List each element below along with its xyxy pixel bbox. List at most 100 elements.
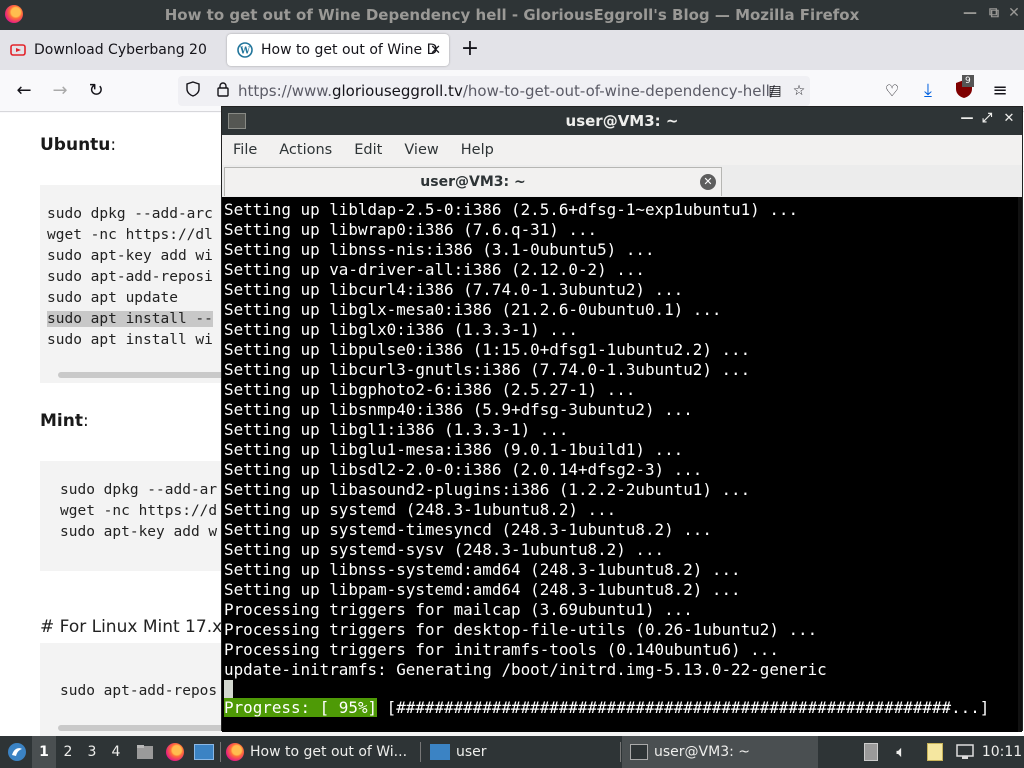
code-line: sudo apt-key add w bbox=[60, 524, 218, 540]
terminal-tab-label: user@VM3: ~ bbox=[420, 174, 526, 190]
progress-line: Progress: [ 95%] [######################… bbox=[224, 698, 989, 718]
progress-bar-text: [#######################################… bbox=[377, 698, 990, 717]
volume-icon[interactable]: 🔈︎ bbox=[890, 736, 912, 768]
back-icon[interactable]: ← bbox=[12, 79, 36, 103]
folder-icon bbox=[430, 744, 450, 760]
tab-cyberbang[interactable]: Download Cyberbang 20 bbox=[0, 34, 218, 66]
firefox-launcher-icon[interactable] bbox=[164, 736, 186, 768]
firefox-logo-icon bbox=[5, 5, 23, 23]
wordpress-icon: W bbox=[237, 42, 253, 58]
workspace-4[interactable]: 4 bbox=[104, 736, 128, 768]
terminal-line: Setting up systemd (248.3-1ubuntu8.2) ..… bbox=[224, 500, 617, 519]
youtube-icon bbox=[10, 42, 26, 58]
tab-wine-dependency[interactable]: W How to get out of Wine D ✕ bbox=[227, 34, 449, 66]
forward-icon[interactable]: → bbox=[48, 79, 72, 103]
download-icon[interactable]: ⤓ bbox=[916, 79, 940, 103]
terminal-line: Setting up libglx-mesa0:i386 (21.2.6-0ub… bbox=[224, 300, 722, 319]
text-cursor bbox=[224, 680, 233, 699]
file-manager-launcher-icon[interactable] bbox=[134, 736, 156, 768]
workspace-2[interactable]: 2 bbox=[56, 736, 80, 768]
code-line: wget -nc https://dl bbox=[47, 227, 213, 243]
terminal-tab[interactable]: user@VM3: ~ ✕ bbox=[224, 167, 722, 196]
workspace-3[interactable]: 3 bbox=[80, 736, 104, 768]
terminal-line: Setting up systemd-timesyncd (248.3-1ubu… bbox=[224, 520, 712, 539]
terminal-line: Setting up libpam-systemd:amd64 (248.3-1… bbox=[224, 580, 741, 599]
url-prefix: https://www. bbox=[238, 82, 332, 100]
clipboard-icon[interactable] bbox=[860, 736, 882, 768]
reload-icon[interactable]: ↻ bbox=[84, 79, 108, 103]
close-icon[interactable]: ✕ bbox=[1004, 5, 1024, 21]
window-title: How to get out of Wine Dependency hell -… bbox=[164, 6, 860, 24]
url-bar[interactable]: https://www. gloriouseggroll.tv/how-to-ge… bbox=[178, 76, 810, 106]
terminal-line: Setting up libpulse0:i386 (1:15.0+dfsg1-… bbox=[224, 340, 751, 359]
terminal-line: Setting up systemd-sysv (248.3-1ubuntu8.… bbox=[224, 540, 665, 559]
clock[interactable]: 10:11 bbox=[982, 736, 1022, 768]
ublock-extension-icon[interactable]: 9 bbox=[952, 75, 976, 103]
close-tab-icon[interactable]: ✕ bbox=[700, 174, 716, 190]
workspace-1[interactable]: 1 bbox=[32, 736, 56, 768]
ubuntu-heading: Ubuntu: bbox=[40, 135, 117, 155]
terminal-line: Processing triggers for initramfs-tools … bbox=[224, 640, 779, 659]
terminal-icon bbox=[228, 113, 246, 129]
terminal-tab-bar: user@VM3: ~ ✕ bbox=[222, 165, 1022, 197]
maximize-icon[interactable]: ⧉ bbox=[984, 5, 1004, 21]
network-icon[interactable] bbox=[954, 736, 976, 768]
terminal-line: Processing triggers for desktop-file-uti… bbox=[224, 620, 818, 639]
pocket-icon[interactable]: ♡ bbox=[880, 79, 904, 103]
mint17-comment: # For Linux Mint 17.x bbox=[40, 617, 223, 637]
start-menu-icon[interactable] bbox=[4, 736, 30, 768]
bookmark-star-icon[interactable]: ☆ bbox=[790, 83, 808, 99]
menu-help[interactable]: Help bbox=[450, 142, 505, 158]
menu-edit[interactable]: Edit bbox=[343, 142, 393, 158]
desktop-icon[interactable] bbox=[192, 736, 216, 768]
cursor-line bbox=[224, 680, 1022, 700]
new-tab-button[interactable]: + bbox=[458, 38, 482, 60]
close-tab-icon[interactable]: ✕ bbox=[430, 43, 441, 58]
terminal-icon bbox=[630, 744, 648, 760]
terminal-line: Setting up va-driver-all:i386 (2.12.0-2)… bbox=[224, 260, 645, 279]
code-line: sudo apt-add-reposi bbox=[47, 269, 213, 285]
terminal-line: Setting up libldap-2.5-0:i386 (2.5.6+dfs… bbox=[224, 200, 799, 219]
mint-heading: Mint: bbox=[40, 411, 89, 431]
menu-file[interactable]: File bbox=[222, 142, 268, 158]
close-icon[interactable]: ✕ bbox=[1000, 111, 1018, 126]
terminal-line: Setting up libsnmp40:i386 (5.9+dfsg-3ubu… bbox=[224, 400, 693, 419]
code-line: sudo apt-add-repos bbox=[60, 683, 218, 699]
terminal-output[interactable]: Setting up libldap-2.5-0:i386 (2.5.6+dfs… bbox=[222, 197, 1022, 732]
maximize-icon[interactable]: ⤢ bbox=[978, 111, 996, 126]
menu-view[interactable]: View bbox=[393, 142, 449, 158]
terminal-line: Setting up libglx0:i386 (1.3.3-1) ... bbox=[224, 320, 578, 339]
firefox-icon bbox=[226, 743, 244, 761]
reader-mode-icon[interactable]: ▤ bbox=[766, 83, 784, 99]
terminal-line: Setting up libnss-systemd:amd64 (248.3-1… bbox=[224, 560, 741, 579]
task-firefox[interactable]: How to get out of Wi... bbox=[222, 736, 418, 768]
menu-actions[interactable]: Actions bbox=[268, 142, 343, 158]
extension-badge: 9 bbox=[962, 75, 974, 87]
terminal-line: Processing triggers for mailcap (3.69ubu… bbox=[224, 600, 693, 619]
code-line: sudo apt-key add wi bbox=[47, 248, 213, 264]
minimize-icon[interactable]: — bbox=[958, 111, 976, 126]
url-path: /how-to-get-out-of-wine-dependency-hell/ bbox=[462, 82, 775, 100]
task-terminal[interactable]: user@VM3: ~ bbox=[622, 736, 818, 768]
task-label: user bbox=[456, 744, 487, 760]
lock-icon[interactable] bbox=[214, 81, 232, 101]
code-line: sudo apt install wi bbox=[47, 332, 213, 348]
terminal-window: user@VM3: ~ — ⤢ ✕ File Actions Edit View… bbox=[221, 106, 1023, 732]
code-line-selected: sudo apt install -- bbox=[47, 311, 213, 327]
code-line: sudo dpkg --add-ar bbox=[60, 482, 218, 498]
task-file-manager[interactable]: user bbox=[422, 736, 618, 768]
terminal-line: Setting up libwrap0:i386 (7.6.q-31) ... bbox=[224, 220, 598, 239]
hamburger-menu-icon[interactable]: ≡ bbox=[988, 79, 1012, 103]
url-domain: gloriouseggroll.tv bbox=[331, 82, 463, 100]
terminal-line: Setting up libglu1-mesa:i386 (9.0.1-1bui… bbox=[224, 440, 684, 459]
shield-icon[interactable] bbox=[184, 81, 202, 101]
minimize-icon[interactable]: — bbox=[960, 5, 980, 21]
tab-label: Download Cyberbang 20 bbox=[34, 42, 207, 58]
tab-label: How to get out of Wine D bbox=[261, 42, 438, 58]
tab-strip: Download Cyberbang 20 W How to get out o… bbox=[0, 30, 1024, 70]
code-line: sudo dpkg --add-arc bbox=[47, 206, 213, 222]
notes-icon[interactable] bbox=[924, 736, 946, 768]
terminal-line: update-initramfs: Generating /boot/initr… bbox=[224, 660, 827, 679]
terminal-line: Setting up libsdl2-2.0-0:i386 (2.0.14+df… bbox=[224, 460, 703, 479]
terminal-scrollbar[interactable] bbox=[1018, 197, 1022, 732]
